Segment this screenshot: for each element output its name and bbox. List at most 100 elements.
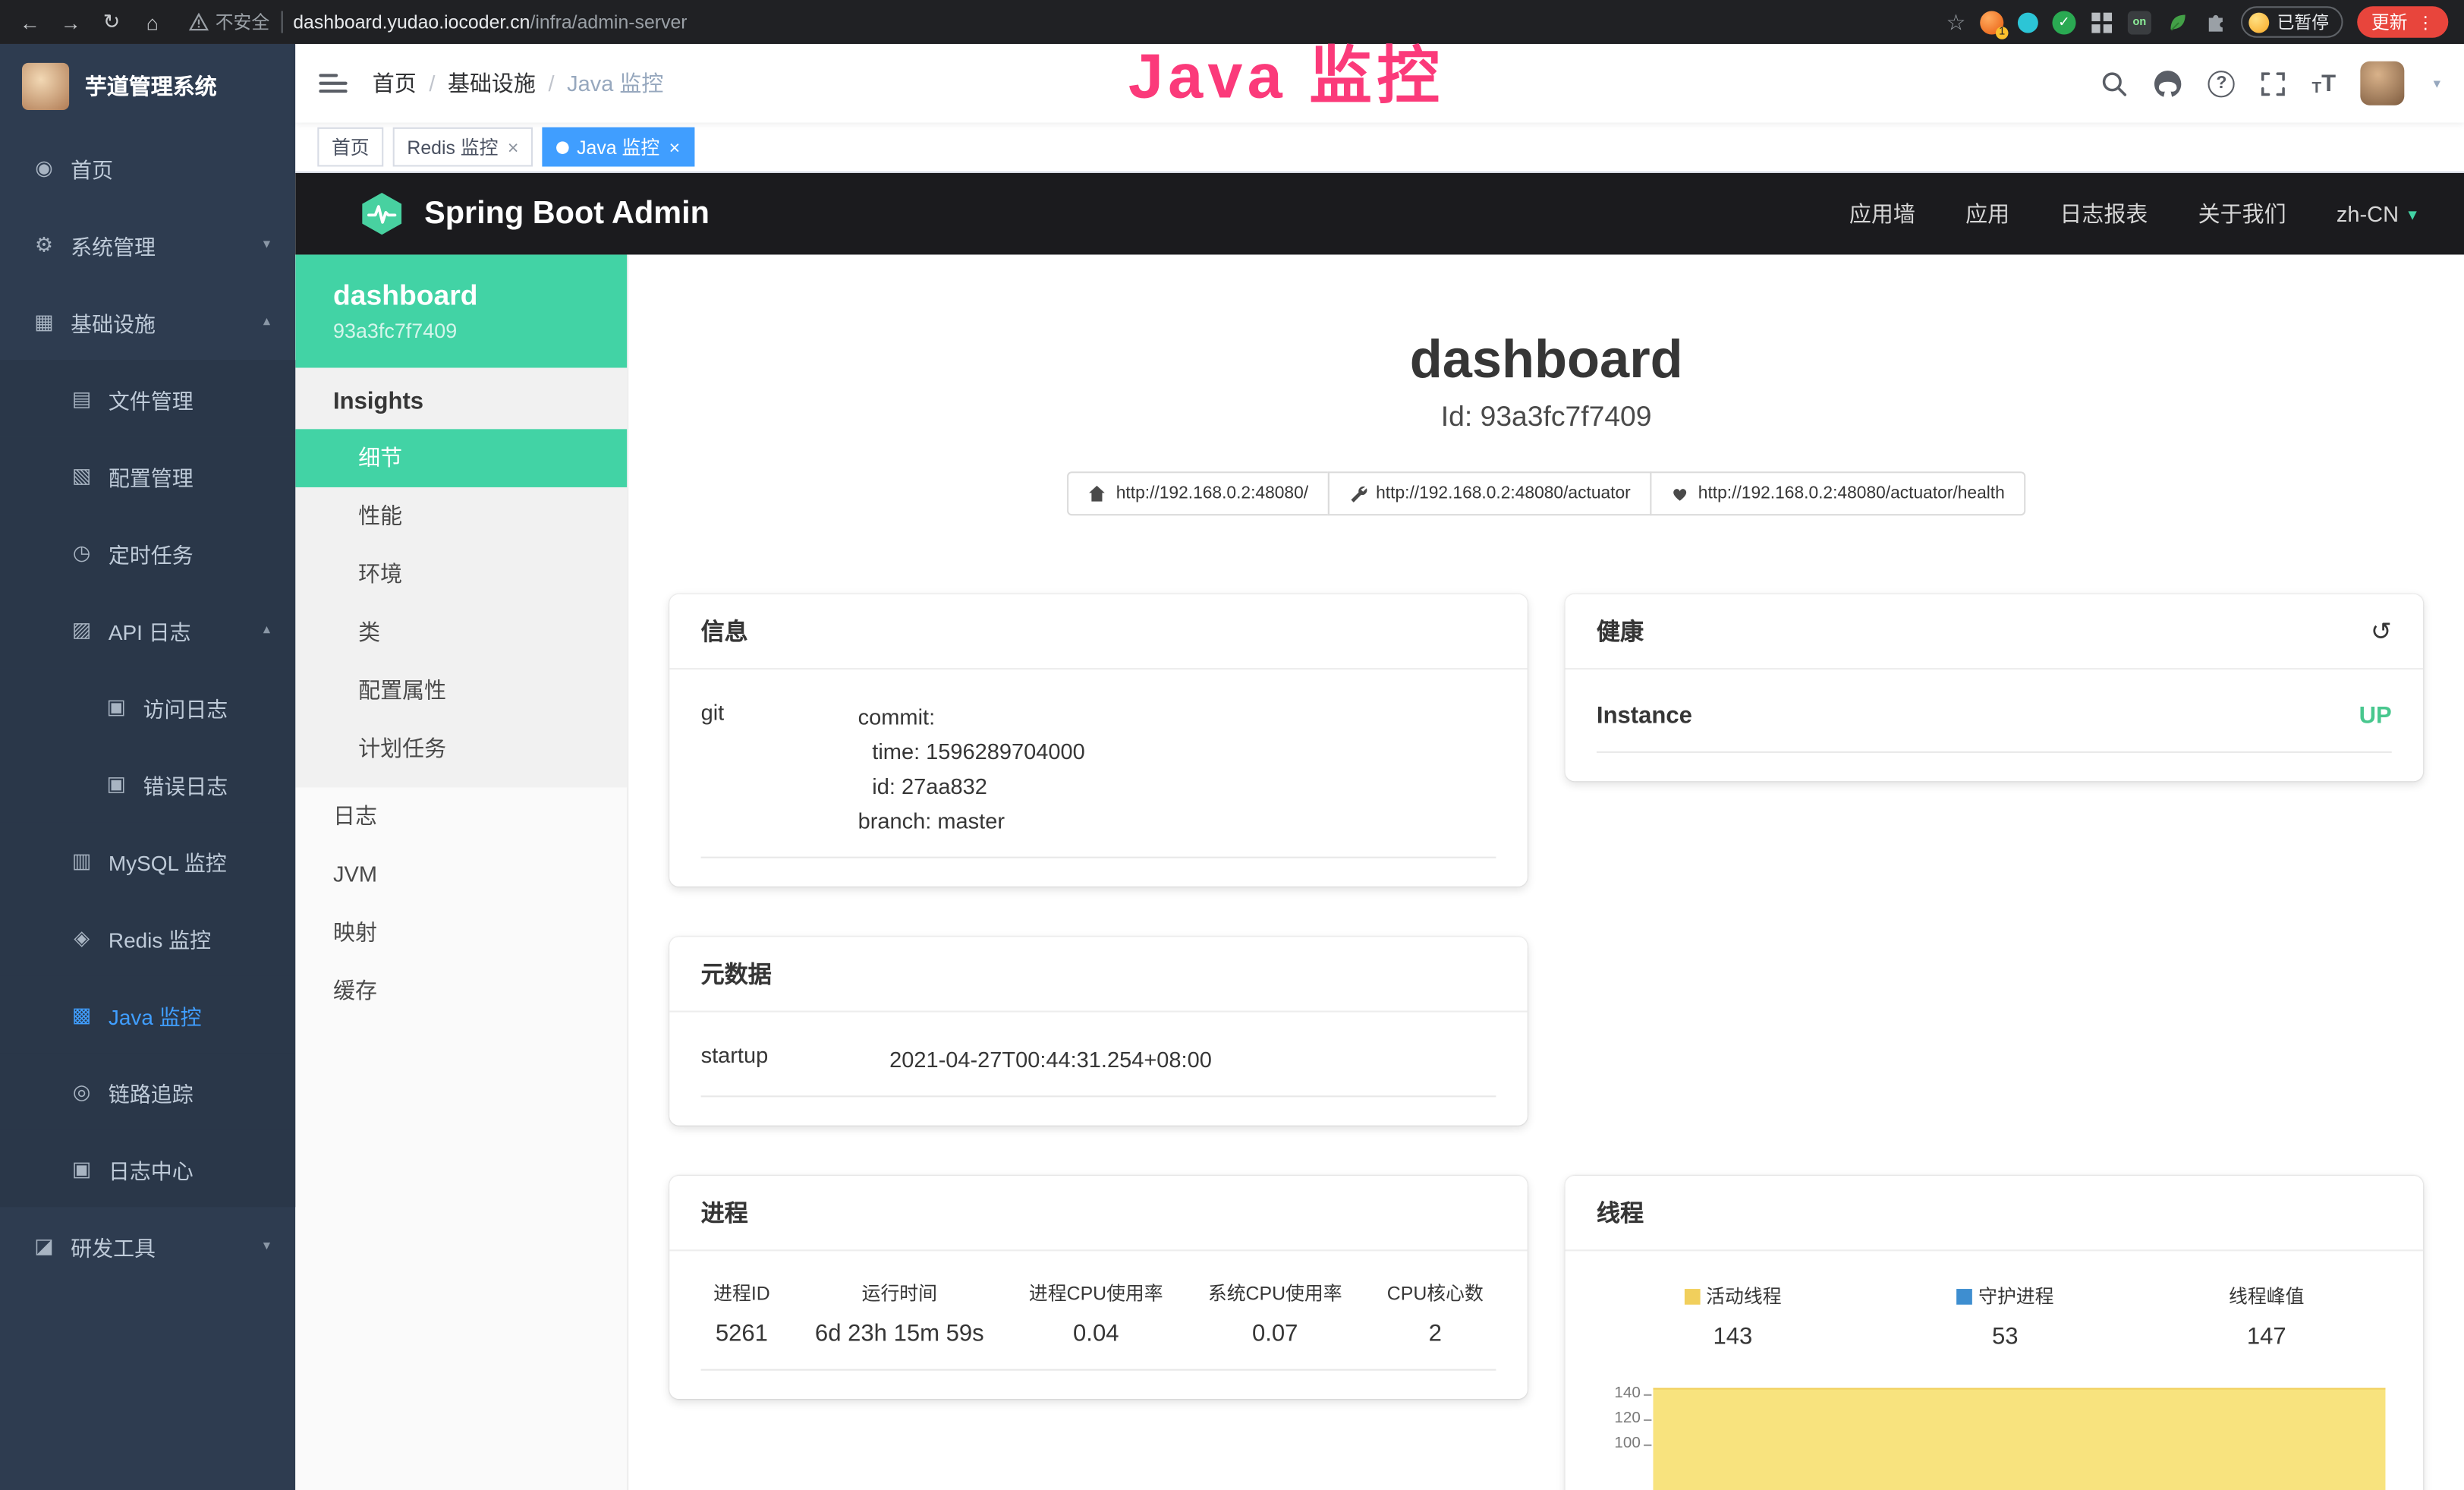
sidebar-item-home[interactable]: ◉ 首页 [0,129,295,206]
switch-on-label: on [2133,17,2147,27]
sba-item-caches[interactable]: 缓存 [295,962,627,1020]
extension-check-icon[interactable]: ✓ [2052,10,2075,33]
sba-nav-wall[interactable]: 应用墙 [1849,198,1915,229]
sba-instance-block[interactable]: dashboard 93a3fc7f7409 [295,254,627,367]
sba-content: dashboard Id: 93a3fc7f7409 http://192.16… [628,254,2464,1490]
health-instance-row[interactable]: Instance UP [1597,679,2392,753]
service-url-button[interactable]: http://192.168.0.2:48080/ [1068,471,1329,515]
tab-home[interactable]: 首页 [317,128,383,167]
reload-icon[interactable]: ↻ [94,5,129,39]
sidebar-item-access-logs[interactable]: ▣ 访问日志 [0,668,295,745]
spring-boot-admin-logo [358,191,405,238]
screen: ← → ↻ ⌂ 不安全 dashboard.yudao.iocoder.cn/i… [0,0,2464,1490]
sba-item-config-props[interactable]: 配置属性 [295,662,627,720]
sidebar-item-config-management[interactable]: ▧ 配置管理 [0,437,295,514]
sba-header: Spring Boot Admin 应用墙 应用 日志报表 关于我们 zh-CN… [295,173,2464,255]
close-icon[interactable]: × [508,136,519,158]
sba-nav-journal[interactable]: 日志报表 [2060,198,2148,229]
sba-item-scheduled-tasks[interactable]: 计划任务 [295,720,627,778]
sba-item-classes[interactable]: 类 [295,603,627,662]
github-icon[interactable] [2153,69,2182,97]
sidebar-item-label: 定时任务 [109,537,194,568]
sidebar-item-label: Redis 监控 [109,922,211,953]
collapse-sidebar-icon[interactable] [319,68,350,99]
sidebar-item-error-logs[interactable]: ▣ 错误日志 [0,745,295,822]
help-icon[interactable]: ? [2208,70,2235,96]
app-logo[interactable]: 芋道管理系统 [0,44,295,129]
process-col-uptime: 运行时间 6d 23h 15m 59s [815,1280,984,1347]
breadcrumb-infrastructure[interactable]: 基础设施 [448,68,536,99]
sidebar-item-java-monitor[interactable]: ▩ Java 监控 [0,976,295,1053]
chevron-down-icon: ▾ [263,1237,270,1255]
extensions-puzzle-icon[interactable] [2203,10,2226,33]
sidebar-item-redis-monitor[interactable]: ◈ Redis 监控 [0,899,295,975]
sidebar-item-scheduled-tasks[interactable]: ◷ 定时任务 [0,514,295,591]
search-icon[interactable] [2101,70,2128,96]
sba-nav-applications[interactable]: 应用 [1965,198,2009,229]
url-text[interactable]: dashboard.yudao.iocoder.cn/infra/admin-s… [293,11,687,33]
sidebar-item-dev-tools[interactable]: ◪ 研发工具 ▾ [0,1207,295,1284]
threads-chart: 140 120 100 [1597,1381,2392,1490]
extension-switch-icon[interactable]: on [2128,10,2151,33]
legend-peak-threads: 线程峰值 147 [2229,1283,2304,1350]
fullscreen-icon[interactable] [2260,70,2286,96]
extension-drop-icon[interactable] [2018,12,2038,33]
breadcrumb-separator: / [548,71,554,96]
breadcrumb-home[interactable]: 首页 [373,68,417,99]
sba-nav-about[interactable]: 关于我们 [2198,198,2286,229]
sidebar-item-tracing[interactable]: ◎ 链路追踪 [0,1053,295,1129]
sidebar-item-file-management[interactable]: ▤ 文件管理 [0,360,295,436]
history-icon[interactable]: ↺ [2371,616,2392,647]
back-icon[interactable]: ← [13,5,48,39]
sidebar-item-system-management[interactable]: ⚙ 系统管理 ▾ [0,206,295,282]
app-sidebar: 芋道管理系统 ◉ 首页 ⚙ 系统管理 ▾ ▦ 基础设施 ▴ ▤ [0,44,295,1490]
browser-home-icon[interactable]: ⌂ [135,5,170,39]
sidebar-item-mysql-monitor[interactable]: ▥ MySQL 监控 [0,822,295,899]
tab-java-monitor[interactable]: Java 监控 × [543,128,694,167]
close-icon[interactable]: × [669,136,681,158]
sba-item-details[interactable]: 细节 [295,429,627,487]
legend-live-threads: 活动线程 143 [1684,1283,1781,1350]
chevron-up-icon: ▴ [263,621,270,638]
sba-item-environment[interactable]: 环境 [295,546,627,604]
warning-triangle-icon [188,13,209,32]
health-url-button[interactable]: http://192.168.0.2:48080/actuator/health [1650,471,2025,515]
sidebar-item-infrastructure[interactable]: ▦ 基础设施 ▴ [0,283,295,360]
profile-paused-badge[interactable]: 已暂停 [2241,6,2343,37]
sidebar-item-log-center[interactable]: ▣ 日志中心 [0,1130,295,1207]
font-size-icon[interactable]: TT [2312,70,2337,96]
security-warning[interactable]: 不安全 [188,9,269,34]
health-card: 健康 ↺ Instance UP [1566,594,2424,781]
sba-item-jvm[interactable]: JVM [295,846,627,904]
service-url: http://192.168.0.2:48080/ [1116,484,1308,503]
chrome-update-button[interactable]: 更新 ⋮ [2357,6,2448,37]
process-col-cpu: 进程CPU使用率 0.04 [1029,1280,1163,1347]
sba-item-logs[interactable]: 日志 [295,787,627,846]
sidebar-item-api-logs[interactable]: ▨ API 日志 ▴ [0,591,295,668]
locale-selector[interactable]: zh-CN ▾ [2337,201,2417,226]
extension-grid-icon[interactable] [2090,10,2113,33]
sba-body: dashboard 93a3fc7f7409 Insights 细节 性能 环境… [295,254,2464,1490]
column-value: 6d 23h 15m 59s [815,1321,984,1347]
sidebar-item-label: 研发工具 [71,1230,156,1261]
extension-leaf-icon[interactable] [2166,10,2189,33]
extension-fox-icon[interactable]: 1 [1980,10,2003,33]
info-card-title: 信息 [669,594,1528,669]
threads-card: 线程 活动线程 143 守护进程 [1566,1176,2424,1490]
tab-redis-monitor[interactable]: Redis 监控 × [393,128,533,167]
sidebar-item-label: 链路追踪 [109,1076,194,1107]
sba-item-mappings[interactable]: 映射 [295,904,627,962]
address-bar[interactable]: 不安全 dashboard.yudao.iocoder.cn/infra/adm… [176,9,1940,34]
instance-links: http://192.168.0.2:48080/ http://192.168… [628,471,2464,515]
sba-item-metrics[interactable]: 性能 [295,487,627,546]
forward-icon[interactable]: → [53,5,88,39]
git-commit-label: commit: [858,700,1496,735]
chrome-menu-icon[interactable]: ⋮ [2417,12,2434,33]
log-center-icon: ▣ [69,1156,94,1181]
instance-id: 93a3fc7f7409 [333,319,627,342]
user-avatar[interactable] [2361,61,2405,106]
actuator-url-button[interactable]: http://192.168.0.2:48080/actuator [1327,471,1651,515]
puzzle-icon [2204,11,2226,33]
caret-down-icon[interactable]: ▾ [2434,74,2440,92]
bookmark-star-icon[interactable]: ☆ [1946,8,1966,35]
